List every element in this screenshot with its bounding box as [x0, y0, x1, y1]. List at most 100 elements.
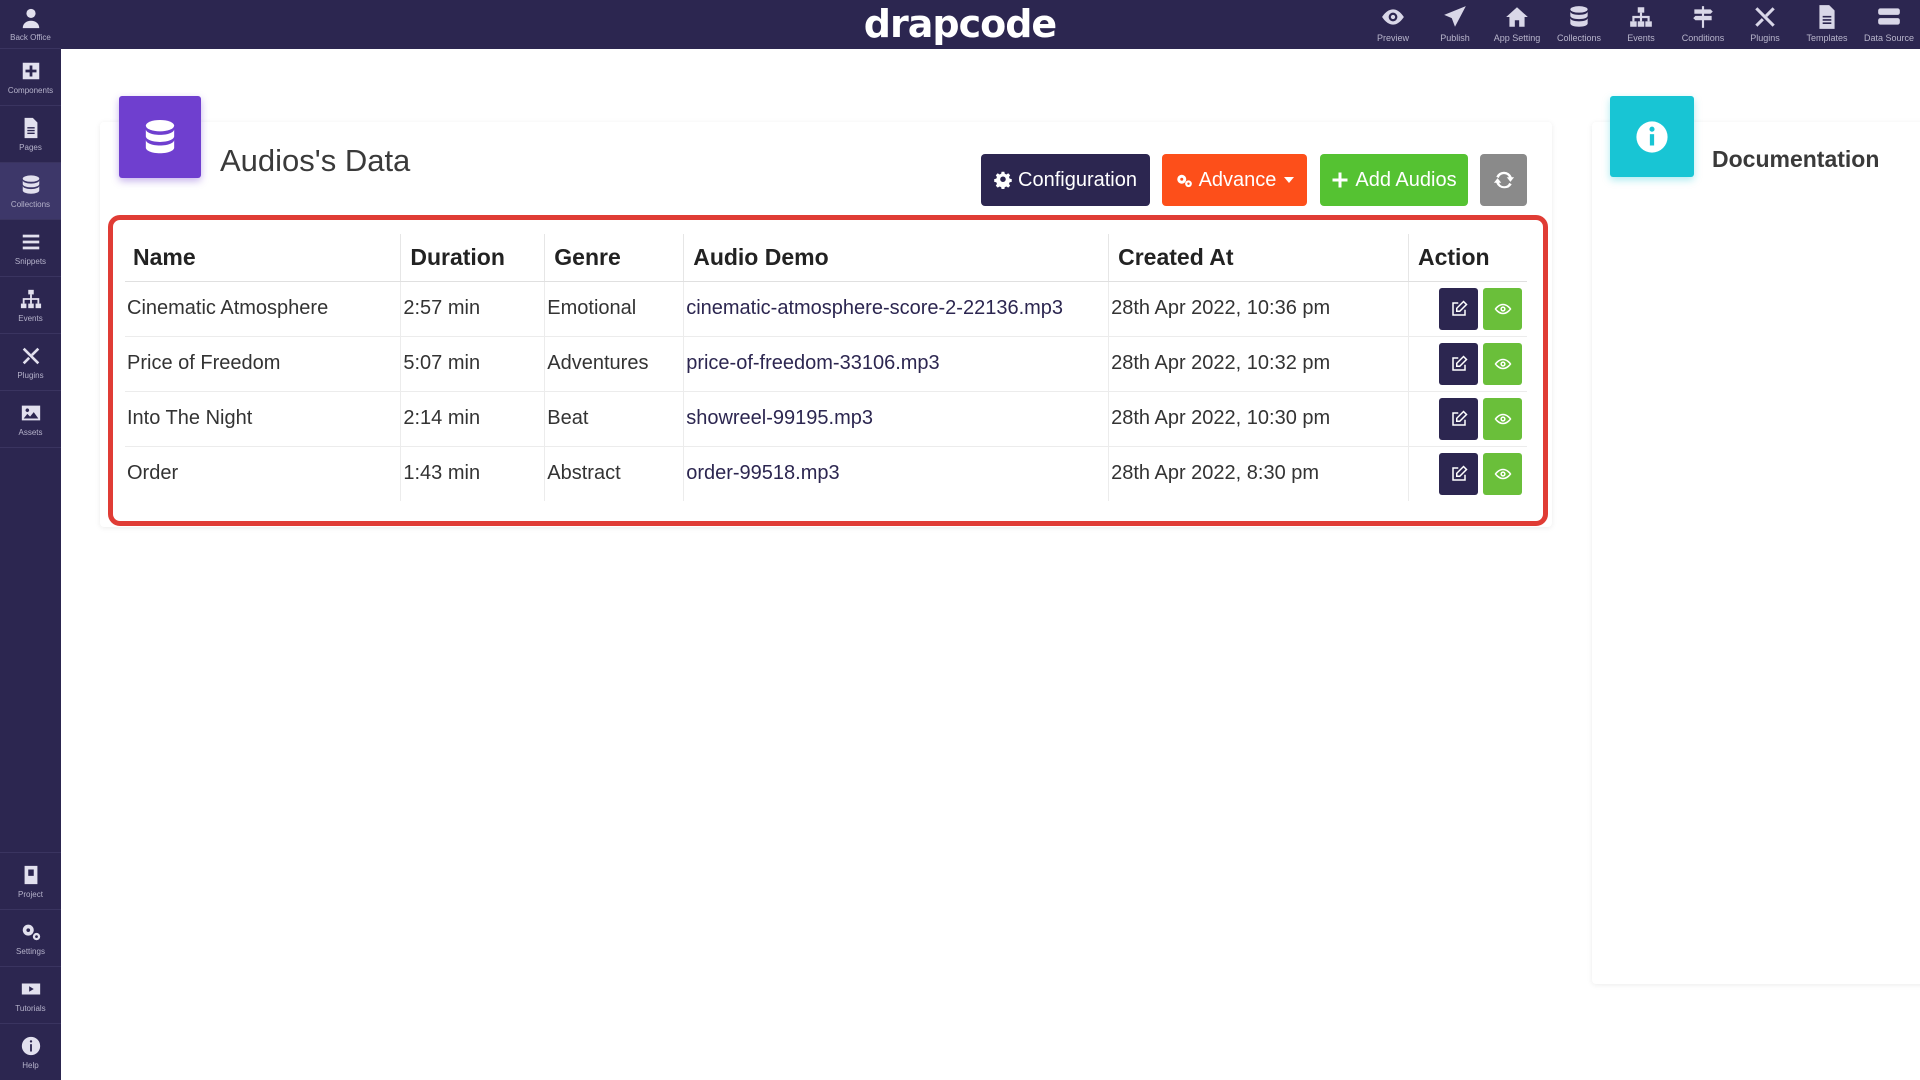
- topnav-label: Collections: [1556, 33, 1602, 43]
- top-nav: Preview Publish App Setting Collections …: [1362, 0, 1920, 49]
- table-header-row: Name Duration Genre Audio Demo Created A…: [125, 234, 1527, 282]
- cell-duration: 2:57 min: [400, 280, 545, 336]
- info-icon: [1636, 120, 1668, 153]
- topnav-conditions[interactable]: Conditions: [1672, 0, 1734, 49]
- cell-name: Order: [125, 445, 401, 501]
- topnav-publish[interactable]: Publish: [1424, 0, 1486, 49]
- sidebar-item-pages[interactable]: Pages: [0, 106, 61, 163]
- sitemap-icon: [1630, 7, 1652, 27]
- edit-button[interactable]: [1439, 342, 1478, 385]
- view-button[interactable]: [1483, 287, 1522, 330]
- sidebar-item-components[interactable]: Components: [0, 49, 61, 106]
- cell-name: Into The Night: [125, 390, 401, 446]
- eye-icon: [1494, 413, 1511, 424]
- refresh-button[interactable]: [1480, 154, 1527, 206]
- tools-icon: [22, 347, 39, 364]
- edit-icon: [1451, 465, 1468, 481]
- sidebar-item-label: Collections: [10, 199, 51, 209]
- sidebar-item-settings[interactable]: Settings: [0, 909, 61, 966]
- view-button[interactable]: [1483, 342, 1522, 385]
- configuration-button[interactable]: Configuration: [981, 154, 1150, 206]
- sidebar-item-project[interactable]: Project: [0, 852, 61, 909]
- documentation-title: Documentation: [1712, 146, 1880, 172]
- view-button[interactable]: [1483, 397, 1522, 440]
- column-header-audio-demo[interactable]: Audio Demo: [683, 234, 1109, 282]
- list-icon: [22, 234, 39, 249]
- topnav-label: Templates: [1806, 33, 1848, 43]
- gear-icon: [994, 171, 1012, 189]
- cell-created-at: 28th Apr 2022, 10:36 pm: [1108, 280, 1409, 336]
- edit-icon: [1451, 354, 1468, 371]
- sidebar-item-collections[interactable]: Collections: [0, 163, 61, 220]
- brand-text: drapcode: [863, 2, 1057, 46]
- topnav-app-setting[interactable]: App Setting: [1486, 0, 1548, 49]
- cogs-icon: [1176, 174, 1192, 188]
- cell-audio-demo-link[interactable]: price-of-freedom-33106.mp3: [683, 335, 1109, 391]
- add-audios-label: Add Audios: [1355, 168, 1457, 191]
- cell-audio-demo-link[interactable]: order-99518.mp3: [683, 445, 1109, 501]
- column-header-name[interactable]: Name: [125, 234, 401, 282]
- column-header-duration[interactable]: Duration: [400, 234, 545, 282]
- cell-genre: Emotional: [544, 280, 684, 336]
- sidebar-item-events[interactable]: Events: [0, 277, 61, 334]
- cell-duration: 5:07 min: [400, 335, 545, 391]
- topnav-label: Data Source: [1863, 33, 1915, 43]
- sidebar-item-label: Help: [22, 1060, 39, 1070]
- sidebar-item-tutorials[interactable]: Tutorials: [0, 966, 61, 1023]
- top-bar: drapcode Preview Publish App Setting Col…: [61, 0, 1920, 49]
- topnav-events[interactable]: Events: [1610, 0, 1672, 49]
- view-button[interactable]: [1483, 452, 1522, 495]
- topnav-label: Conditions: [1681, 33, 1725, 43]
- topnav-label: Plugins: [1750, 33, 1780, 43]
- sidebar-item-help[interactable]: Help: [0, 1023, 61, 1080]
- topnav-plugins[interactable]: Plugins: [1734, 0, 1796, 49]
- column-header-genre[interactable]: Genre: [544, 234, 684, 282]
- project-icon: [24, 865, 37, 884]
- advance-dropdown-button[interactable]: Advance: [1162, 154, 1307, 206]
- sidebar-item-plugins[interactable]: Plugins: [0, 334, 61, 391]
- database-icon: [1570, 6, 1588, 27]
- cell-audio-demo-link[interactable]: cinematic-atmosphere-score-2-22136.mp3: [683, 280, 1109, 336]
- refresh-icon: [1493, 171, 1514, 189]
- sidebar-item-label: Components: [7, 85, 54, 95]
- sidebar-item-label: Events: [18, 313, 43, 323]
- cell-action: [1408, 335, 1527, 391]
- sidebar-bottom: Project Settings Tutorials Help: [0, 852, 61, 1080]
- table-row: Into The Night 2:14 min Beat showreel-99…: [125, 390, 1527, 446]
- topnav-templates[interactable]: Templates: [1796, 0, 1858, 49]
- add-audios-button[interactable]: Add Audios: [1320, 154, 1468, 206]
- cell-audio-demo-link[interactable]: showreel-99195.mp3: [683, 390, 1109, 446]
- paper-plane-icon: [1444, 6, 1466, 27]
- cell-genre: Abstract: [544, 445, 684, 501]
- file-icon: [24, 117, 37, 138]
- column-header-action: Action: [1408, 234, 1527, 282]
- edit-button[interactable]: [1439, 397, 1478, 440]
- edit-button[interactable]: [1439, 452, 1478, 495]
- advance-label: Advance: [1198, 168, 1277, 191]
- cell-duration: 1:43 min: [400, 445, 545, 501]
- sidebar-item-label: Plugins: [17, 370, 44, 380]
- documentation-badge: [1610, 96, 1694, 177]
- plus-icon: [1332, 172, 1348, 188]
- topnav-data-source[interactable]: Data Source: [1858, 0, 1920, 49]
- eye-icon: [1494, 468, 1511, 480]
- tools-icon: [1755, 7, 1775, 27]
- sidebar-item-label: Settings: [16, 946, 45, 956]
- cell-genre: Adventures: [544, 335, 684, 391]
- edit-button[interactable]: [1439, 287, 1478, 330]
- topnav-label: App Setting: [1493, 33, 1541, 43]
- info-icon: [21, 1036, 40, 1055]
- cell-genre: Beat: [544, 390, 684, 446]
- sitemap-icon: [20, 289, 41, 308]
- audios-table: Name Duration Genre Audio Demo Created A…: [125, 234, 1527, 501]
- plus-square-icon: [22, 62, 39, 79]
- sidebar-item-snippets[interactable]: Snippets: [0, 220, 61, 277]
- sidebar-item-assets[interactable]: Assets: [0, 391, 61, 448]
- collection-badge: [119, 96, 201, 178]
- topnav-collections[interactable]: Collections: [1548, 0, 1610, 49]
- column-header-created-at[interactable]: Created At: [1108, 234, 1409, 282]
- cell-action: [1408, 390, 1527, 446]
- cell-action: [1408, 445, 1527, 501]
- topnav-preview[interactable]: Preview: [1362, 0, 1424, 49]
- signpost-icon: [1693, 6, 1713, 28]
